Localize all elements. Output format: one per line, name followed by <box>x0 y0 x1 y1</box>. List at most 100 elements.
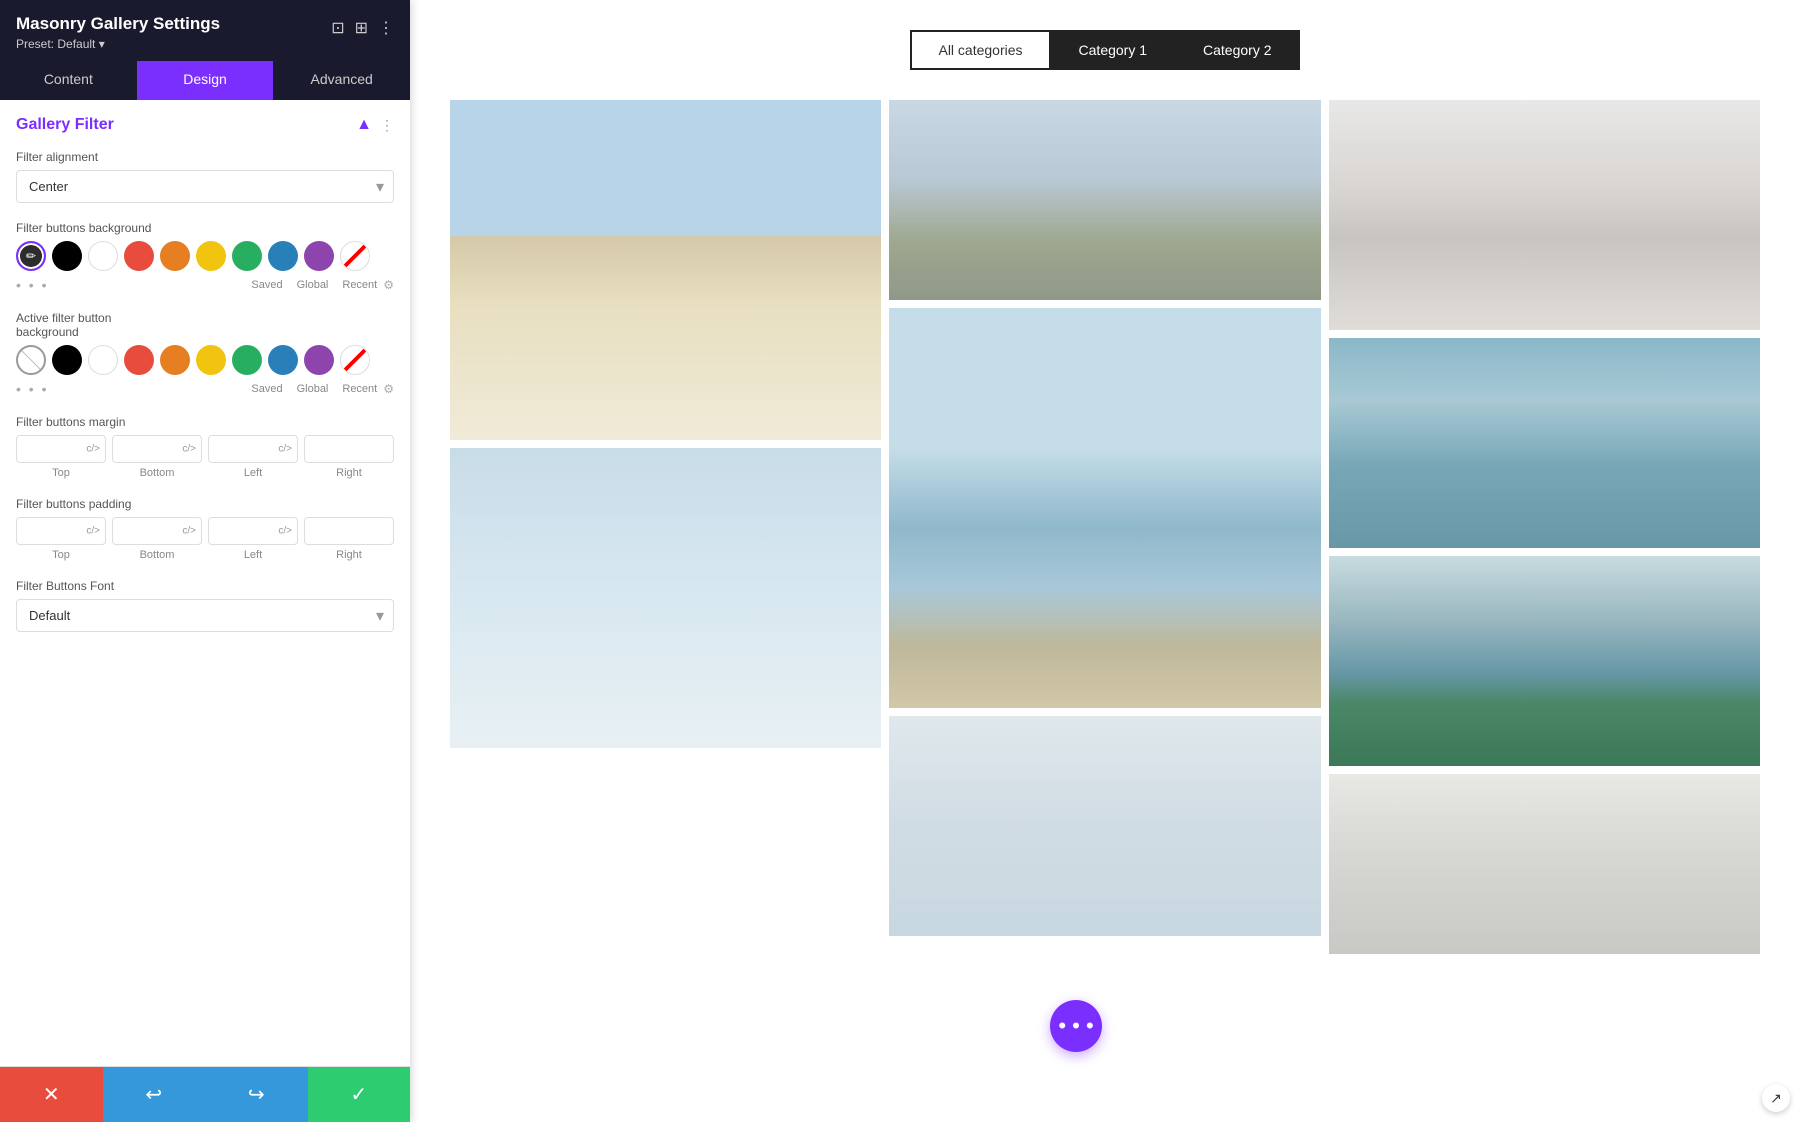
masonry-gallery <box>450 100 1760 954</box>
more-options-icon[interactable]: ⋮ <box>378 18 394 38</box>
padding-right-field: Right <box>304 517 394 561</box>
gallery-item-5[interactable] <box>889 716 1320 936</box>
margin-bottom-unit: c/> <box>182 444 196 455</box>
gallery-image-1 <box>450 100 881 440</box>
saved-label[interactable]: Saved <box>251 279 282 291</box>
cancel-icon: ✕ <box>43 1082 60 1107</box>
undo-button[interactable]: ↩ <box>103 1067 206 1122</box>
color-swatch-orange[interactable] <box>160 241 190 271</box>
active-global-label[interactable]: Global <box>297 383 329 395</box>
more-colors-dots[interactable]: • • • <box>16 277 48 293</box>
filter-buttons-padding-group: Filter buttons padding c/> Top c/> Botto… <box>16 497 394 561</box>
margin-right-input[interactable] <box>304 435 394 463</box>
recent-label[interactable]: Recent <box>342 279 377 291</box>
fab-button[interactable]: • • • <box>1050 1000 1102 1052</box>
margin-right-label: Right <box>336 467 362 479</box>
active-filter-bg-palette <box>16 345 394 375</box>
section-title: Gallery Filter <box>16 116 114 134</box>
active-recent-label[interactable]: Recent <box>342 383 377 395</box>
tab-design[interactable]: Design <box>137 61 274 100</box>
gallery-item-3[interactable] <box>1329 100 1760 330</box>
color-settings-icon[interactable]: ⚙ <box>383 278 394 292</box>
active-color-swatch-black[interactable] <box>52 345 82 375</box>
gallery-item-1[interactable] <box>450 100 881 440</box>
active-color-swatch-transparent[interactable] <box>340 345 370 375</box>
padding-top-label: Top <box>52 549 70 561</box>
padding-top-unit: c/> <box>86 526 100 537</box>
color-row-labels-1: • • • Saved Global Recent ⚙ <box>16 277 394 293</box>
filter-all-categories[interactable]: All categories <box>910 30 1050 70</box>
gallery-item-7[interactable] <box>889 100 1320 300</box>
global-label[interactable]: Global <box>297 279 329 291</box>
collapse-icon[interactable]: ▲ <box>356 116 372 134</box>
gallery-item-9[interactable] <box>1329 774 1760 954</box>
gallery-image-3 <box>1329 100 1760 330</box>
filter-alignment-select[interactable]: Center Left Right <box>16 170 394 203</box>
active-saved-label[interactable]: Saved <box>251 383 282 395</box>
active-color-swatch-yellow[interactable] <box>196 345 226 375</box>
gallery-item-2[interactable] <box>889 308 1320 708</box>
padding-left-field: c/> Left <box>208 517 298 561</box>
gallery-item-8[interactable] <box>1329 556 1760 766</box>
filter-category-2[interactable]: Category 2 <box>1175 30 1299 70</box>
redo-button[interactable]: ↪ <box>205 1067 308 1122</box>
active-color-settings-icon[interactable]: ⚙ <box>383 382 394 396</box>
filter-buttons-font-label: Filter Buttons Font <box>16 579 394 593</box>
color-swatch-red[interactable] <box>124 241 154 271</box>
filter-buttons-padding-label: Filter buttons padding <box>16 497 394 511</box>
active-color-swatch-orange[interactable] <box>160 345 190 375</box>
color-swatch-blue[interactable] <box>268 241 298 271</box>
section-actions: ▲ ⋮ <box>356 116 394 134</box>
undo-icon: ↩ <box>145 1082 162 1107</box>
layout-icon[interactable]: ⊞ <box>355 18 368 38</box>
filter-buttons-bg-palette: ✏ <box>16 241 394 271</box>
cancel-button[interactable]: ✕ <box>0 1067 103 1122</box>
filter-bar: All categories Category 1 Category 2 <box>450 30 1760 70</box>
color-swatch-purple[interactable] <box>304 241 334 271</box>
gallery-item-6[interactable] <box>1329 338 1760 548</box>
panel-preset[interactable]: Preset: Default ▾ <box>16 37 220 51</box>
color-swatch-black[interactable] <box>52 241 82 271</box>
active-color-swatch-purple[interactable] <box>304 345 334 375</box>
active-color-swatch-red[interactable] <box>124 345 154 375</box>
save-button[interactable]: ✓ <box>308 1067 411 1122</box>
active-more-colors-dots[interactable]: • • • <box>16 381 48 397</box>
tab-advanced[interactable]: Advanced <box>273 61 410 100</box>
color-swatch-white[interactable] <box>88 241 118 271</box>
padding-left-label: Left <box>244 549 262 561</box>
corner-arrow[interactable]: ↗ <box>1762 1084 1790 1112</box>
redo-icon: ↪ <box>248 1082 265 1107</box>
gallery-image-7 <box>889 100 1320 300</box>
color-swatch-yellow[interactable] <box>196 241 226 271</box>
save-icon: ✓ <box>350 1082 367 1107</box>
panel-header-icons: ⊡ ⊞ ⋮ <box>331 18 394 38</box>
padding-right-input[interactable] <box>304 517 394 545</box>
section-header: Gallery Filter ▲ ⋮ <box>16 116 394 134</box>
panel-footer: ✕ ↩ ↪ ✓ <box>0 1066 410 1122</box>
panel-tabs: Content Design Advanced <box>0 61 410 100</box>
responsive-icon[interactable]: ⊡ <box>331 18 344 38</box>
color-swatch-custom[interactable]: ✏ <box>16 241 46 271</box>
gallery-image-8 <box>1329 556 1760 766</box>
gallery-image-4 <box>450 448 881 748</box>
active-color-swatch-green[interactable] <box>232 345 262 375</box>
active-color-swatch-white[interactable] <box>88 345 118 375</box>
color-swatch-transparent[interactable] <box>340 241 370 271</box>
active-color-swatch-blue[interactable] <box>268 345 298 375</box>
color-row-labels-2: • • • Saved Global Recent ⚙ <box>16 381 394 397</box>
gallery-image-6 <box>1329 338 1760 548</box>
panel-header: Masonry Gallery Settings Preset: Default… <box>0 0 410 61</box>
gallery-image-9 <box>1329 774 1760 954</box>
color-swatch-green[interactable] <box>232 241 262 271</box>
panel-body: Gallery Filter ▲ ⋮ Filter alignment Cent… <box>0 100 410 1066</box>
margin-grid: c/> Top c/> Bottom c/> Left <box>16 435 394 479</box>
section-menu-icon[interactable]: ⋮ <box>380 117 394 134</box>
margin-left-unit: c/> <box>278 444 292 455</box>
filter-buttons-font-select[interactable]: Default Arial Georgia Helvetica <box>16 599 394 632</box>
padding-grid: c/> Top c/> Bottom c/> Left <box>16 517 394 561</box>
filter-category-1[interactable]: Category 1 <box>1051 30 1175 70</box>
gallery-item-4[interactable] <box>450 448 881 748</box>
active-color-swatch-custom[interactable] <box>16 345 46 375</box>
tab-content[interactable]: Content <box>0 61 137 100</box>
content-area: All categories Category 1 Category 2 <box>410 0 1800 1122</box>
